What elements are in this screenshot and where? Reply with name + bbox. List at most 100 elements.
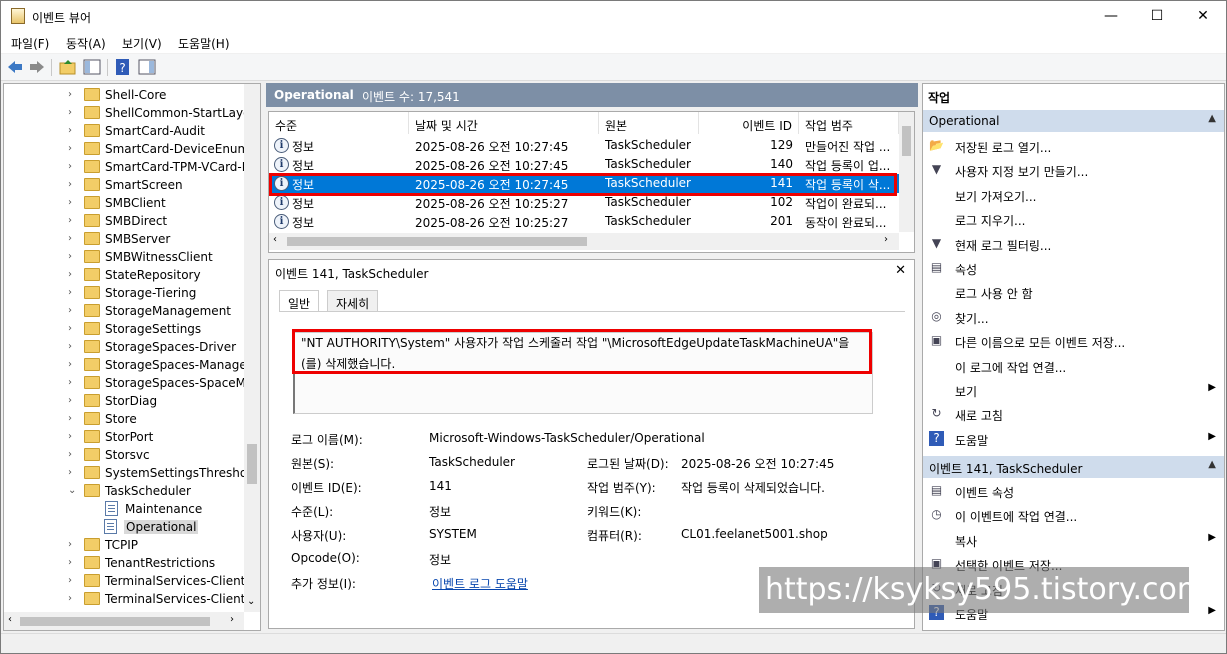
detail-close-icon[interactable]: ✕ [895, 263, 906, 278]
forward-arrow-icon[interactable] [28, 58, 46, 76]
tree-item-smbclient[interactable]: › SMBClient [4, 194, 244, 212]
actions-section-operational[interactable]: Operational ▲ [923, 110, 1224, 132]
action-4[interactable]: ▼ 현재 로그 필터링... [923, 232, 1224, 256]
chevron-right-icon[interactable]: › [68, 197, 72, 208]
tree-item-storage-tiering[interactable]: › Storage-Tiering [4, 284, 244, 302]
collapse-up-icon[interactable]: ▲ [1208, 459, 1216, 470]
event-row[interactable]: i 정보 2025-08-26 오전 10:25:27 TaskScheduler 20… [269, 212, 899, 231]
scrollbar-thumb[interactable] [902, 126, 911, 156]
action-1[interactable]: ▼ 사용자 지정 보기 만들기... [923, 158, 1224, 182]
show-hide-tree-icon[interactable] [83, 58, 101, 76]
chevron-right-icon[interactable]: › [68, 269, 72, 280]
chevron-down-icon[interactable]: ⌄ [68, 485, 76, 496]
action-3[interactable]: 로그 지우기... [923, 207, 1224, 231]
menu-file[interactable]: 파일(F) [11, 35, 49, 52]
tree-item-tcpip[interactable]: › TCPIP [4, 536, 244, 554]
tree-item-stordiag[interactable]: › StorDiag [4, 392, 244, 410]
event-row[interactable]: i 정보 2025-08-26 오전 10:27:45 TaskScheduler 12… [269, 136, 899, 155]
chevron-right-icon[interactable]: › [68, 593, 72, 604]
chevron-right-icon[interactable]: › [68, 323, 72, 334]
chevron-right-icon[interactable]: › [68, 377, 72, 388]
maximize-button[interactable]: ☐ [1134, 1, 1180, 31]
tree-item-storsvc[interactable]: › Storsvc [4, 446, 244, 464]
column-category[interactable]: 작업 범주 [799, 112, 899, 134]
action-12[interactable]: ? 도움말 ▶ [923, 427, 1224, 451]
chevron-right-icon[interactable]: › [68, 305, 72, 316]
chevron-right-icon[interactable]: › [68, 125, 72, 136]
chevron-right-icon[interactable]: › [68, 179, 72, 190]
event-action-0[interactable]: ▤ 이벤트 속성 [923, 479, 1224, 503]
tree-item-storport[interactable]: › StorPort [4, 428, 244, 446]
chevron-right-icon[interactable]: › [68, 233, 72, 244]
action-5[interactable]: ▤ 속성 [923, 256, 1224, 280]
folder-up-icon[interactable] [59, 58, 77, 76]
chevron-right-icon[interactable]: › [68, 161, 72, 172]
chevron-right-icon[interactable]: › [68, 467, 72, 478]
action-10[interactable]: 보기 ▶ [923, 378, 1224, 402]
column-datetime[interactable]: 날짜 및 시간 [409, 112, 599, 134]
tree-item-shellcommon-startlayou[interactable]: › ShellCommon-StartLayou [4, 104, 258, 122]
minimize-button[interactable]: — [1088, 1, 1134, 31]
scrollbar-thumb[interactable] [247, 444, 257, 484]
chevron-right-icon[interactable]: › [68, 413, 72, 424]
tree-item-terminalservices-clientus[interactable]: › TerminalServices-ClientUS [4, 590, 260, 608]
chevron-right-icon[interactable]: › [68, 107, 72, 118]
chevron-right-icon[interactable]: › [68, 89, 72, 100]
chevron-right-icon[interactable]: › [68, 575, 72, 586]
action-7[interactable]: ◎ 찾기... [923, 305, 1224, 329]
tree-item-storagespaces-spaceman[interactable]: › StorageSpaces-SpaceMan [4, 374, 260, 392]
close-button[interactable]: ✕ [1180, 1, 1226, 31]
help-icon[interactable]: ? [114, 58, 132, 76]
scrollbar-thumb[interactable] [20, 617, 210, 626]
action-9[interactable]: 이 로그에 작업 연결... [923, 354, 1224, 378]
chevron-right-icon[interactable]: › [68, 557, 72, 568]
event-row[interactable]: i 정보 2025-08-26 오전 10:27:45 TaskScheduler 14… [269, 155, 899, 174]
chevron-right-icon[interactable]: › [68, 431, 72, 442]
tree-item-tenantrestrictions[interactable]: › TenantRestrictions [4, 554, 244, 572]
tree-item-smbdirect[interactable]: › SMBDirect [4, 212, 244, 230]
tree-item-storagesettings[interactable]: › StorageSettings [4, 320, 244, 338]
tree-item-storagespaces-manageme[interactable]: › StorageSpaces-Manageme [4, 356, 260, 374]
chevron-right-icon[interactable]: › [68, 341, 72, 352]
tree-item-terminalservices-clientac[interactable]: › TerminalServices-ClientAc [4, 572, 260, 590]
menu-help[interactable]: 도움말(H) [178, 35, 230, 52]
action-8[interactable]: ▣ 다른 이름으로 모든 이벤트 저장... [923, 329, 1224, 353]
event-action-2[interactable]: 복사 ▶ [923, 528, 1224, 552]
column-level[interactable]: 수준 [269, 112, 409, 134]
scroll-left-icon[interactable]: ‹ [8, 614, 12, 625]
tree-item-smbwitnessclient[interactable]: › SMBWitnessClient [4, 248, 244, 266]
tree-horizontal-scrollbar[interactable]: ‹ › [4, 612, 244, 630]
events-horizontal-scrollbar[interactable]: ‹ › [269, 233, 899, 250]
menu-action[interactable]: 동작(A) [66, 35, 106, 52]
tree-item-operational[interactable]: Operational [104, 518, 199, 536]
tree-item-smartcard-audit[interactable]: › SmartCard-Audit [4, 122, 244, 140]
action-2[interactable]: 보기 가져오기... [923, 183, 1224, 207]
tree-item-smartcard-deviceenum[interactable]: › SmartCard-DeviceEnum [4, 140, 249, 158]
tab-general[interactable]: 일반 [279, 290, 320, 312]
back-arrow-icon[interactable] [6, 58, 24, 76]
tree-item-maintenance[interactable]: Maintenance [4, 500, 244, 518]
chevron-right-icon[interactable]: › [68, 359, 72, 370]
chevron-right-icon[interactable]: › [68, 215, 72, 226]
chevron-right-icon[interactable]: › [68, 143, 72, 154]
actions-section-event[interactable]: 이벤트 141, TaskScheduler ▲ [923, 456, 1224, 478]
tree-item-staterepository[interactable]: › StateRepository [4, 266, 244, 284]
chevron-right-icon[interactable]: › [68, 395, 72, 406]
tree-item-store[interactable]: › Store [4, 410, 244, 428]
tree-item-smbserver[interactable]: › SMBServer [4, 230, 244, 248]
chevron-right-icon[interactable]: › [68, 251, 72, 262]
tree-item-shell-core[interactable]: › Shell-Core [4, 86, 244, 104]
chevron-right-icon[interactable]: › [68, 287, 72, 298]
tree-item-systemsettingsthreshold[interactable]: › SystemSettingsThreshold [4, 464, 258, 482]
show-hide-action-pane-icon[interactable] [138, 58, 156, 76]
tree-vertical-scrollbar[interactable]: ⌄ [244, 84, 260, 612]
action-0[interactable]: 📂 저장된 로그 열기... [923, 134, 1224, 158]
tree-item-taskscheduler[interactable]: ⌄ TaskScheduler [4, 482, 244, 500]
tree-item-smartscreen[interactable]: › SmartScreen [4, 176, 244, 194]
action-11[interactable]: ↻ 새로 고침 [923, 402, 1224, 426]
event-log-help-link[interactable]: 이벤트 로그 도움말 [432, 575, 528, 592]
tab-details[interactable]: 자세히 [327, 290, 379, 312]
action-6[interactable]: 로그 사용 안 함 [923, 280, 1224, 304]
scroll-down-icon[interactable]: ⌄ [247, 596, 255, 607]
column-source[interactable]: 원본 [599, 112, 699, 134]
